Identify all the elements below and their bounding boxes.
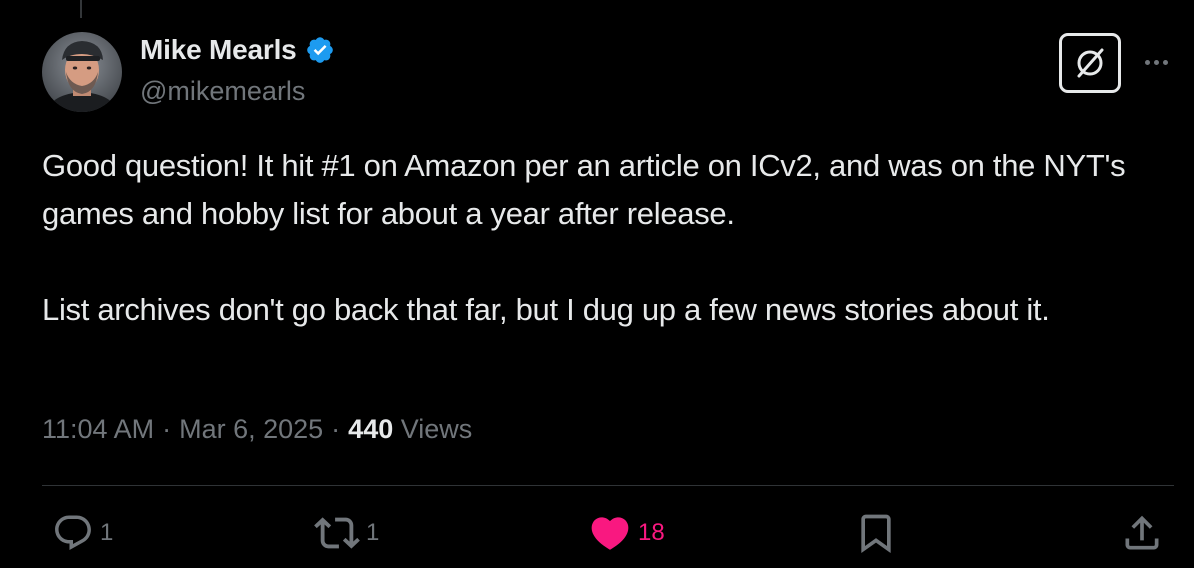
tweet-detail: Mike Mearls @mikemearls Good question! I… — [0, 0, 1194, 568]
author-name-row: Mike Mearls — [140, 34, 335, 66]
tweet-meta: 11:04 AM · Mar 6, 2025 · 440 Views — [42, 414, 472, 445]
action-bar: 1 1 18 — [0, 505, 1194, 561]
author-name[interactable]: Mike Mearls — [140, 34, 297, 66]
divider — [42, 485, 1174, 486]
tweet-date[interactable]: Mar 6, 2025 — [179, 414, 323, 445]
views-count: 440 — [348, 414, 394, 444]
grok-button[interactable] — [1059, 33, 1121, 93]
more-options-button[interactable] — [1138, 48, 1174, 76]
repost-button[interactable]: 1 — [314, 505, 379, 561]
thread-connector-line — [80, 0, 82, 18]
reply-icon — [55, 515, 91, 550]
bookmark-button[interactable] — [854, 505, 898, 561]
share-icon — [1125, 515, 1159, 550]
heart-icon — [591, 517, 629, 550]
reply-button[interactable]: 1 — [52, 505, 113, 561]
repost-count: 1 — [366, 519, 380, 546]
share-button[interactable] — [1120, 505, 1164, 561]
like-button[interactable]: 18 — [588, 505, 665, 561]
meta-separator: · — [162, 414, 172, 444]
tweet-text: Good question! It hit #1 on Amazon per a… — [42, 142, 1182, 334]
tweet-paragraph: Good question! It hit #1 on Amazon per a… — [42, 148, 1126, 231]
tweet-time[interactable]: 11:04 AM — [42, 414, 154, 445]
author-handle[interactable]: @mikemearls — [140, 76, 305, 107]
meta-separator: · — [331, 414, 341, 444]
tweet-paragraph: List archives don't go back that far, bu… — [42, 292, 1050, 327]
bookmark-icon — [861, 514, 891, 554]
more-icon — [1144, 59, 1168, 65]
reply-count: 1 — [100, 519, 114, 546]
repost-icon — [314, 517, 360, 549]
avatar-image — [42, 32, 122, 112]
like-count: 18 — [638, 519, 665, 546]
verified-badge-icon[interactable] — [305, 35, 335, 65]
grok-icon — [1077, 48, 1104, 78]
views-label: Views — [400, 414, 473, 444]
avatar[interactable] — [42, 32, 122, 112]
